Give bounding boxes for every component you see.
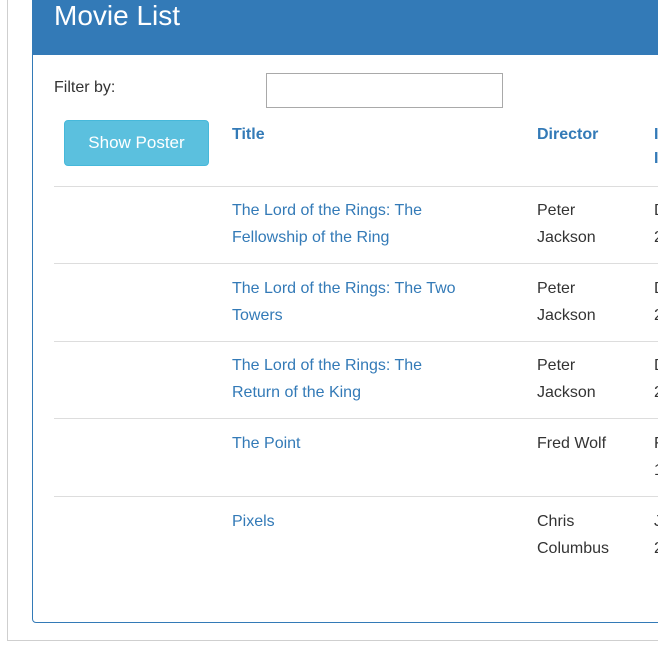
- movie-director: Peter Jackson: [537, 197, 637, 251]
- row-divider: [54, 496, 658, 497]
- row-divider: [54, 263, 658, 264]
- director-line: Jackson: [537, 307, 596, 324]
- release-line: 2: [654, 302, 658, 329]
- movie-title-line: Pixels: [232, 513, 275, 530]
- movie-director: Chris Columbus: [537, 508, 637, 562]
- panel-heading: Movie List: [33, 0, 658, 55]
- column-header-title[interactable]: Title: [232, 123, 265, 147]
- director-line: Columbus: [537, 540, 610, 557]
- director-line: Jackson: [537, 384, 596, 401]
- movie-title-line: Towers: [232, 307, 283, 324]
- movie-title-link[interactable]: The Lord of the Rings: The Two Towers: [232, 275, 522, 329]
- movie-title-line: Fellowship of the Ring: [232, 229, 390, 246]
- filter-label: Filter by:: [54, 79, 116, 96]
- column-header-third-line2: I: [654, 150, 658, 167]
- show-poster-button[interactable]: Show Poster: [64, 120, 209, 166]
- page-title: Movie List: [54, 0, 181, 31]
- row-divider: [54, 341, 658, 342]
- release-line: 2: [654, 379, 658, 406]
- movie-title-line: The Point: [232, 435, 301, 452]
- director-line: Jackson: [537, 229, 596, 246]
- director-line: Peter: [537, 357, 576, 374]
- director-line: Chris: [537, 513, 575, 530]
- release-line: F: [654, 430, 658, 457]
- column-header-release-date[interactable]: I I: [654, 123, 658, 171]
- movie-title-link[interactable]: The Lord of the Rings: The Return of the…: [232, 352, 522, 406]
- release-line: D: [654, 275, 658, 302]
- movie-release-date: D 2: [654, 275, 658, 329]
- movie-title-link[interactable]: Pixels: [232, 508, 522, 535]
- movie-director: Peter Jackson: [537, 352, 637, 406]
- movie-release-date: D 2: [654, 352, 658, 406]
- release-line: D: [654, 197, 658, 224]
- row-divider: [54, 186, 658, 187]
- release-line: 1: [654, 457, 658, 484]
- row-divider: [54, 418, 658, 419]
- director-line: Peter: [537, 280, 576, 297]
- director-line: Fred Wolf: [537, 435, 607, 452]
- movie-title-line: The Lord of the Rings: The: [232, 357, 423, 374]
- release-line: D: [654, 352, 658, 379]
- movie-release-date: F 1: [654, 430, 658, 484]
- movie-release-date: J 2: [654, 508, 658, 562]
- movie-title-line: The Lord of the Rings: The: [232, 202, 423, 219]
- movie-director: Peter Jackson: [537, 275, 637, 329]
- release-line: 2: [654, 535, 658, 562]
- release-line: J: [654, 513, 658, 530]
- movie-title-link[interactable]: The Point: [232, 430, 522, 457]
- filter-input[interactable]: [266, 73, 503, 108]
- director-line: Peter: [537, 202, 576, 219]
- release-line: 2: [654, 224, 658, 251]
- column-header-third-line1: I: [654, 126, 658, 143]
- movie-title-line: The Lord of the Rings: The Two: [232, 280, 456, 297]
- movie-list-panel: Movie List Filter by: Show Poster Title …: [32, 0, 658, 623]
- movie-director: Fred Wolf: [537, 430, 637, 457]
- movie-release-date: D 2: [654, 197, 658, 251]
- column-header-director[interactable]: Director: [537, 123, 598, 147]
- movie-title-line: Return of the King: [232, 384, 361, 401]
- movie-title-link[interactable]: The Lord of the Rings: The Fellowship of…: [232, 197, 522, 251]
